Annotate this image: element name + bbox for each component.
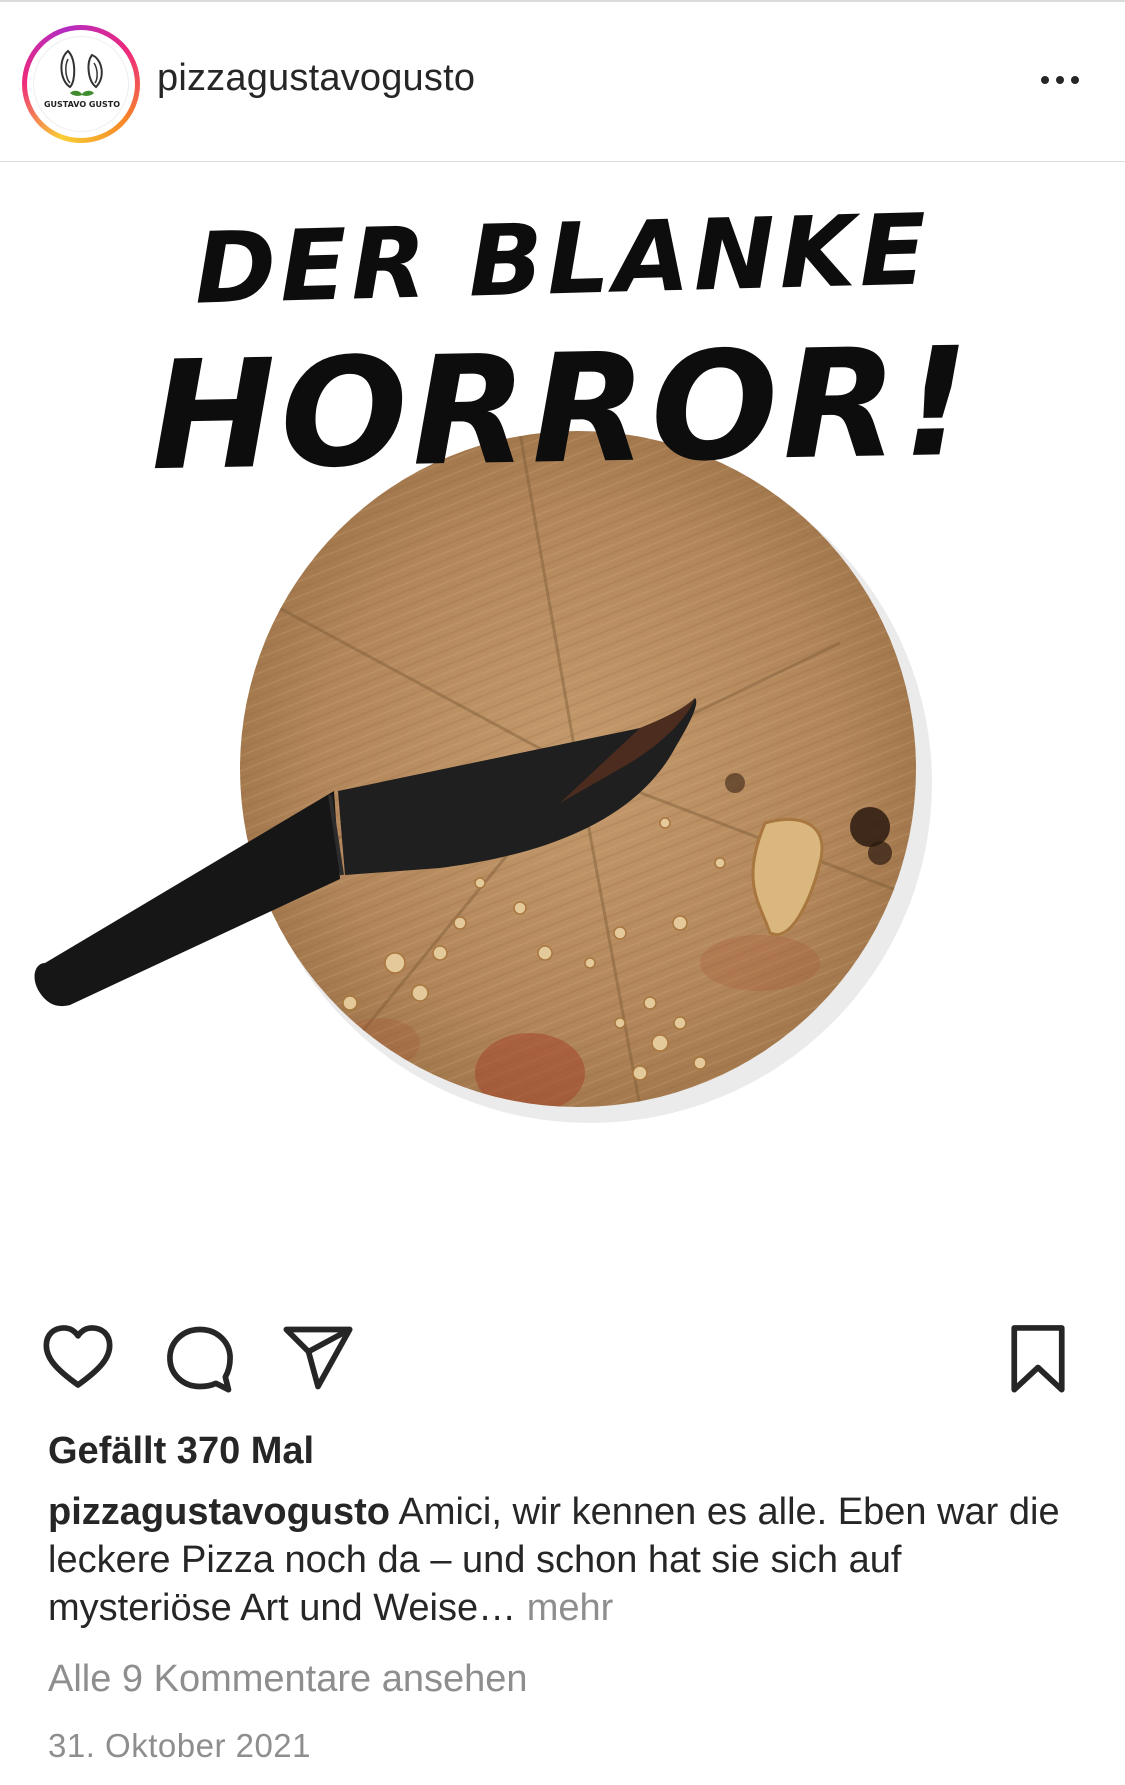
knife-handle	[34, 791, 341, 1007]
view-all-comments-link[interactable]: Alle 9 Kommentare ansehen	[48, 1658, 528, 1701]
caption-more-link[interactable]: mehr	[516, 1587, 614, 1629]
caption-username[interactable]: pizzagustavogusto	[48, 1491, 390, 1533]
more-horizontal-icon[interactable]	[1030, 60, 1090, 100]
paper-plane-icon[interactable]	[280, 1320, 356, 1396]
likes-count[interactable]: Gefällt 370 Mal	[48, 1430, 314, 1473]
post-date: 31. Oktober 2021	[48, 1727, 312, 1764]
heart-icon[interactable]	[40, 1320, 116, 1396]
post-image[interactable]: DER BLANKE HORROR!	[0, 163, 1125, 1263]
post-header: GUSTAVO GUSTO pizzagustavogusto	[0, 2, 1125, 162]
comment-icon[interactable]	[162, 1320, 238, 1396]
avatar[interactable]: GUSTAVO GUSTO	[22, 25, 140, 143]
post-username[interactable]: pizzagustavogusto	[157, 57, 475, 100]
caption: pizzagustavogusto Amici, wir kennen es a…	[48, 1488, 1078, 1632]
gustavo-gusto-logo-icon: GUSTAVO GUSTO	[33, 36, 129, 132]
headline-line2: HORROR!	[149, 315, 976, 505]
bookmark-icon[interactable]	[1000, 1320, 1076, 1396]
action-bar	[0, 1320, 1125, 1400]
svg-text:GUSTAVO GUSTO: GUSTAVO GUSTO	[44, 100, 120, 109]
